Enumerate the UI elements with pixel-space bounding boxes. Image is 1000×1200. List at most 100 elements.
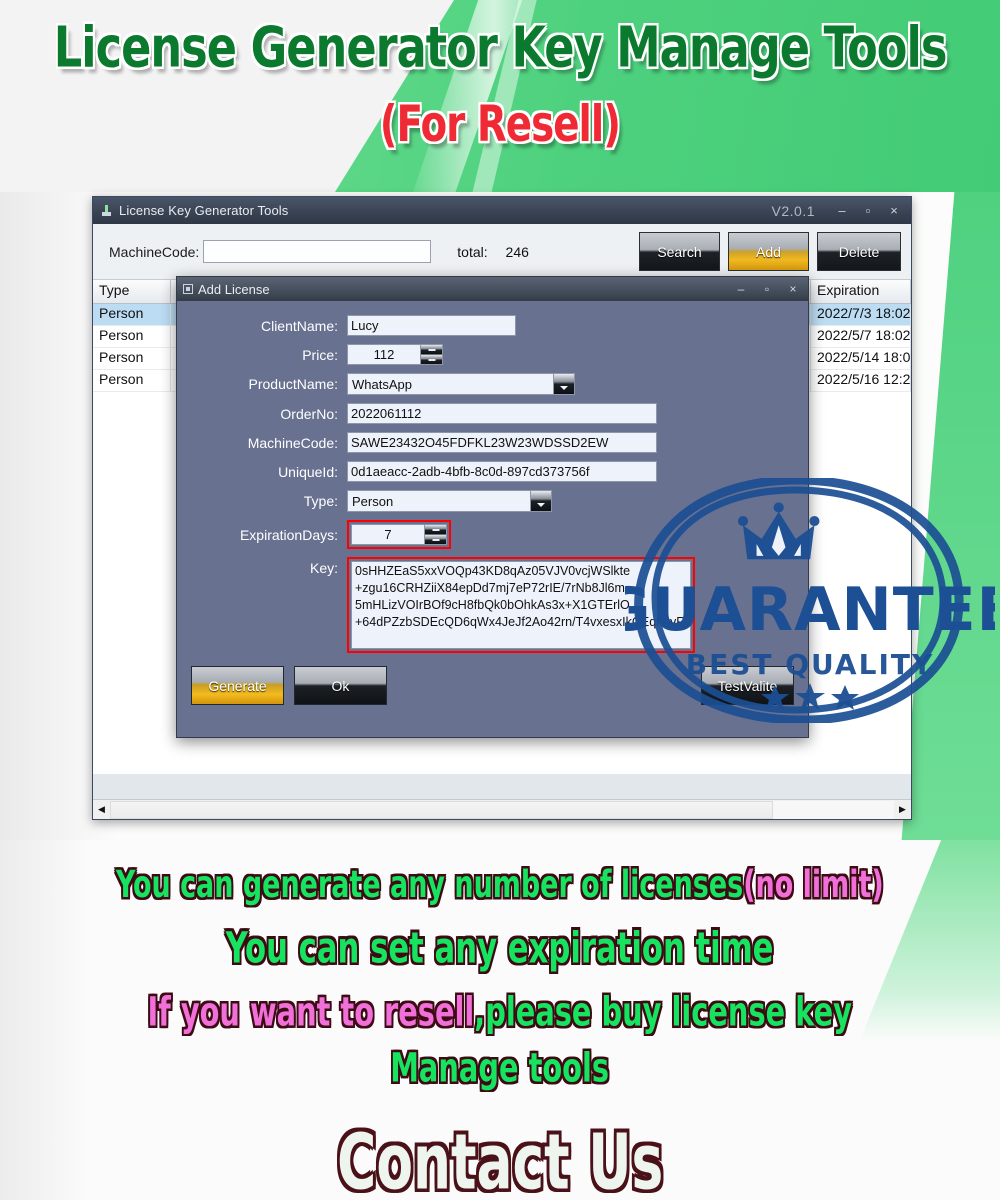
test-validate-button[interactable]: TestValite — [701, 666, 794, 705]
chevron-down-icon[interactable] — [530, 491, 551, 511]
machine-code-label: MachineCode: — [109, 243, 200, 260]
price-stepper-arrows[interactable] — [420, 345, 442, 364]
price-label: Price: — [302, 346, 338, 363]
price-up-arrow-icon[interactable] — [421, 345, 442, 355]
cell-type: Person — [93, 326, 171, 347]
expirationdays-up-arrow-icon[interactable] — [425, 525, 446, 535]
total-label: total: 246 — [457, 244, 529, 260]
clientname-input[interactable]: Lucy — [347, 315, 516, 336]
productname-label: ProductName: — [248, 376, 338, 392]
cell-expiration: 2022/7/3 18:02 — [811, 304, 911, 325]
app-minimize-button[interactable]: – — [829, 200, 855, 222]
uniqueid-label: UniqueId: — [278, 463, 338, 480]
grid-header-expiration[interactable]: Expiration — [811, 280, 911, 303]
key-line: +zgu16CRHZiiX84epDd7mj7eP72rIE/7rNb8Jl6m — [355, 581, 625, 595]
key-textarea[interactable]: 0sHHZEaS5xxVOQp43KD8qAz05VJV0vcjWSlkte +… — [351, 561, 691, 649]
dialog-minimize-button[interactable]: – — [728, 279, 754, 299]
key-line: 5mHLizVOIrBOf9cH8fbQk0bOhkAs3x+X1GTErlO — [355, 598, 630, 612]
dialog-title: Add License — [198, 281, 270, 297]
search-button[interactable]: Search — [639, 232, 720, 271]
key-label: Key: — [309, 560, 338, 576]
field-row-price: Price: 112 — [177, 344, 808, 365]
promo-text-block: You can generate any number of licenses(… — [0, 840, 1000, 1200]
cell-expiration: 2022/5/7 18:02 — [811, 326, 911, 347]
generate-button[interactable]: Generate — [191, 666, 284, 705]
cell-expiration: 2022/5/16 12:22 — [811, 370, 911, 391]
key-line: 0sHHZEaS5xxVOQp43KD8qAz05VJV0vcjWSlkte — [355, 564, 631, 578]
app-version-label: V2.0.1 — [771, 202, 815, 219]
field-row-expirationdays: ExpirationDays: 7 — [177, 520, 808, 549]
scrollbar-thumb[interactable] — [110, 800, 773, 819]
page-title: License Generator Key Manage Tools — [53, 14, 948, 80]
promo-line-4: Manage tools — [390, 1045, 610, 1092]
toolbar-button-group: Search Add Delete — [639, 232, 901, 271]
dialog-window-buttons: – ▫ × — [728, 279, 806, 299]
dialog-button-bar: Generate Ok TestValite — [177, 666, 808, 705]
cell-type: Person — [93, 370, 171, 391]
app-logo-icon — [102, 205, 113, 216]
add-button[interactable]: Add — [728, 232, 809, 271]
dialog-window-icon — [183, 284, 193, 294]
promo-line-1: You can generate any number of licenses(… — [116, 862, 884, 906]
delete-button[interactable]: Delete — [817, 232, 901, 271]
field-row-productname: ProductName: WhatsApp — [177, 373, 808, 395]
key-line: +64dPZzbSDEcQD6qWx4JeJf2Ao42rn/T4vxesxIk… — [355, 615, 687, 629]
field-row-uniqueid: UniqueId: 0d1aeacc-2adb-4bfb-8c0d-897cd3… — [177, 461, 808, 482]
promo-line-3-green: ,please buy license key — [474, 989, 853, 1036]
uniqueid-input[interactable]: 0d1aeacc-2adb-4bfb-8c0d-897cd373756f — [347, 461, 657, 482]
scrollbar-track[interactable] — [110, 800, 894, 819]
clientname-label: ClientName: — [260, 317, 338, 334]
horizontal-scrollbar[interactable]: ◀ ▶ — [93, 799, 911, 819]
promo-line-2: You can set any expiration time — [226, 922, 774, 973]
contact-us-heading: Contact Us — [336, 1117, 664, 1200]
ok-button[interactable]: Ok — [294, 666, 387, 705]
expirationdays-down-arrow-icon[interactable] — [425, 535, 446, 544]
machinecode-input[interactable]: SAWE23432O45FDFKL23W23WDSSD2EW — [347, 432, 657, 453]
dialog-close-button[interactable]: × — [780, 279, 806, 299]
price-value[interactable]: 112 — [348, 345, 420, 364]
page-subtitle: (For Resell) — [379, 96, 621, 154]
machine-code-search-input[interactable] — [203, 240, 432, 263]
orderno-input[interactable]: 2022061112 — [347, 403, 657, 424]
cell-type: Person — [93, 304, 171, 325]
field-row-machinecode: MachineCode: SAWE23432O45FDFKL23W23WDSSD… — [177, 432, 808, 453]
type-label: Type: — [303, 493, 338, 509]
machinecode-label: MachineCode: — [247, 434, 338, 451]
app-maximize-button[interactable]: ▫ — [855, 200, 881, 222]
field-row-orderno: OrderNo: 2022061112 — [177, 403, 808, 424]
orderno-label: OrderNo: — [280, 405, 338, 422]
price-stepper[interactable]: 112 — [347, 344, 443, 365]
type-select[interactable]: Person — [347, 490, 552, 512]
banner-title-group: License Generator Key Manage Tools (For … — [0, 0, 1000, 192]
promo-section: You can generate any number of licenses(… — [0, 840, 1000, 1200]
promo-line-3: If you want to resell,please buy license… — [148, 989, 852, 1036]
scroll-left-arrow-icon[interactable]: ◀ — [93, 800, 110, 819]
field-row-clientname: ClientName: Lucy — [177, 315, 808, 336]
app-close-button[interactable]: × — [881, 200, 907, 222]
key-highlight-box: 0sHHZEaS5xxVOQp43KD8qAz05VJV0vcjWSlkte +… — [347, 557, 695, 653]
scroll-right-arrow-icon[interactable]: ▶ — [894, 800, 911, 819]
promo-line-3-pink: If you want to resell — [147, 989, 475, 1036]
expirationdays-highlight-box: 7 — [347, 520, 451, 549]
expirationdays-label: ExpirationDays: — [239, 526, 338, 543]
grid-header-type[interactable]: Type — [93, 280, 171, 303]
price-down-arrow-icon[interactable] — [421, 355, 442, 364]
productname-value: WhatsApp — [352, 376, 412, 392]
field-row-key: Key: 0sHHZEaS5xxVOQp43KD8qAz05VJV0vcjWSl… — [177, 557, 808, 653]
type-value: Person — [352, 493, 394, 509]
expirationdays-stepper-arrows[interactable] — [424, 525, 446, 544]
cell-type: Person — [93, 348, 171, 369]
dialog-title-bar: Add License – ▫ × — [177, 277, 808, 301]
poster-page: License Generator Key Manage Tools (For … — [0, 0, 1000, 1200]
expirationdays-stepper[interactable]: 7 — [351, 524, 447, 545]
app-title: License Key Generator Tools — [119, 203, 289, 218]
dialog-maximize-button[interactable]: ▫ — [754, 279, 780, 299]
promo-line-1-pink: (no limit) — [743, 862, 884, 907]
field-row-type: Type: Person — [177, 490, 808, 512]
productname-select[interactable]: WhatsApp — [347, 373, 575, 395]
chevron-down-icon[interactable] — [553, 374, 574, 394]
dialog-body: ClientName: Lucy Price: 112 ProductName: — [177, 301, 808, 737]
total-text: total: — [457, 243, 488, 260]
total-count: 246 — [505, 243, 529, 260]
expirationdays-value[interactable]: 7 — [352, 525, 424, 544]
